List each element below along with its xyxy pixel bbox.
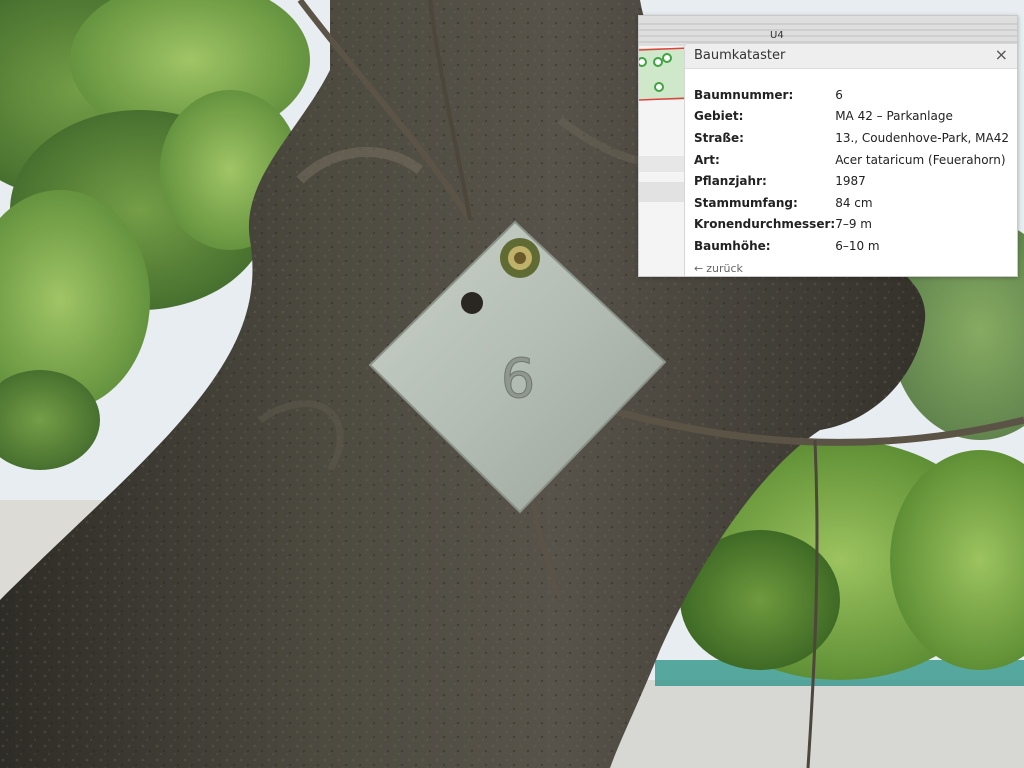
popup-header: Baumkataster ×	[685, 44, 1017, 69]
attribute-value: 7–9 m	[835, 217, 872, 232]
attribute-value: MA 42 – Parkanlage	[835, 109, 953, 124]
attribute-key: Gebiet:	[694, 109, 744, 124]
attribute-value: 6	[835, 87, 843, 102]
table-row: Straße: 13., Coudenhove-Park, MA42	[694, 127, 1009, 149]
table-row: Art: Acer tataricum (Feuerahorn)	[694, 149, 1009, 171]
table-row: Baumnummer: 6	[694, 84, 1009, 106]
attribute-value: 13., Coudenhove-Park, MA42	[835, 130, 1009, 145]
table-row: Baumhöhe: 6–10 m	[694, 235, 1009, 257]
arrow-left-icon: ←	[694, 262, 704, 275]
close-icon[interactable]: ×	[995, 46, 1008, 64]
tree-marker	[662, 53, 672, 63]
attribute-value: 84 cm	[835, 195, 873, 210]
table-row: Gebiet: MA 42 – Parkanlage	[694, 106, 1009, 128]
attribute-value: 6–10 m	[835, 238, 880, 253]
back-link[interactable]: ← zurück	[694, 262, 743, 275]
photo-scene: 6 U4 Baumkataster × Baumnummer: 6 Gebiet…	[0, 0, 1024, 768]
tree-marker	[653, 57, 663, 67]
table-row: Stammumfang: 84 cm	[694, 192, 1009, 214]
attribute-key: Straße:	[694, 130, 744, 145]
attribute-table: Baumnummer: 6 Gebiet: MA 42 – Parkanlage…	[694, 84, 1009, 257]
tree-marker	[639, 57, 647, 67]
tree-marker	[654, 82, 664, 92]
road-label: U4	[770, 30, 784, 41]
attribute-key: Baumnummer:	[694, 87, 794, 102]
popup-title: Baumkataster	[694, 48, 786, 63]
attribute-key: Pflanzjahr:	[694, 174, 767, 189]
tree-info-popup: Baumkataster × Baumnummer: 6 Gebiet: MA …	[684, 43, 1017, 276]
attribute-value: 1987	[835, 174, 866, 189]
attribute-key: Kronendurchmesser:	[694, 217, 836, 232]
attribute-value: Acer tataricum (Feuerahorn)	[835, 152, 1006, 167]
map-inset: U4 Baumkataster × Baumnummer: 6 Gebiet: …	[638, 15, 1018, 277]
plate-number: 6	[501, 347, 535, 410]
table-row: Pflanzjahr: 1987	[694, 170, 1009, 192]
table-row: Kronendurchmesser: 7–9 m	[694, 214, 1009, 236]
attribute-key: Stammumfang:	[694, 195, 798, 210]
back-label: zurück	[706, 262, 743, 275]
attribute-key: Baumhöhe:	[694, 238, 771, 253]
attribute-key: Art:	[694, 152, 720, 167]
